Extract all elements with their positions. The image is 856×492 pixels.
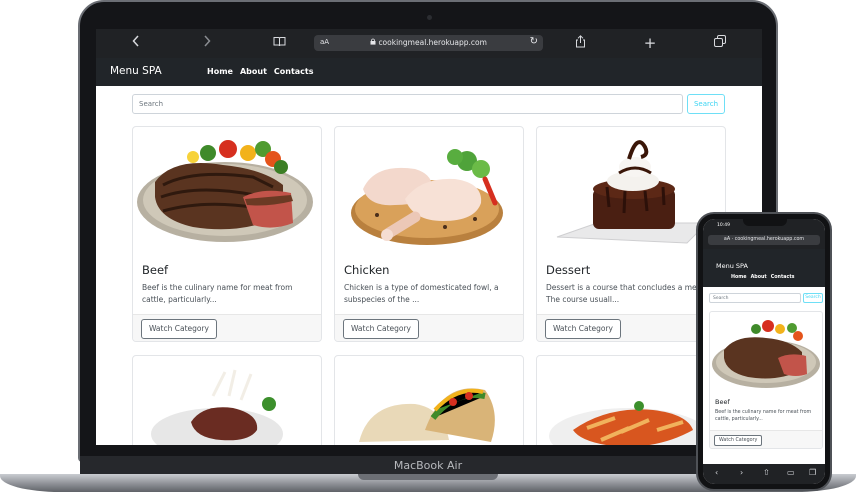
phone-notch — [743, 219, 787, 226]
search-button[interactable]: Search — [687, 94, 725, 114]
forward-icon[interactable]: › — [740, 468, 743, 477]
phone-card-title: Beef — [715, 398, 730, 406]
status-time: 10:49 — [717, 223, 730, 228]
phone-search-input[interactable]: Search — [709, 293, 801, 303]
search-input[interactable]: Search — [132, 94, 683, 114]
watch-category-button[interactable]: Watch Category — [343, 319, 419, 339]
phone-screen: 10:49 aA · cookingmeal.herokuapp.com Men… — [703, 219, 825, 484]
mockup-stage: aA cookingmeal.herokuapp.com ↻ + Menu SP… — [0, 0, 856, 492]
phone-url-label: cookingmeal.herokuapp.com — [734, 237, 805, 242]
phone-nav-links: Home About Contacts — [731, 275, 794, 280]
lamb-chops-image — [151, 369, 283, 445]
card-chicken: Chicken Chicken is a type of domesticate… — [334, 126, 524, 342]
browser-toolbar: aA cookingmeal.herokuapp.com ↻ + — [96, 29, 762, 58]
phone-navbar: Menu SPA Home About Contacts — [703, 249, 825, 287]
phone-nav-link-home[interactable]: Home — [731, 275, 747, 280]
nav-link-home[interactable]: Home — [207, 67, 233, 76]
lock-icon: · — [731, 237, 734, 242]
nav-link-about[interactable]: About — [240, 67, 267, 76]
nav-link-contacts[interactable]: Contacts — [274, 67, 314, 76]
phone-address-bar[interactable]: aA · cookingmeal.herokuapp.com — [708, 235, 820, 245]
back-icon[interactable]: ‹ — [715, 468, 718, 477]
card-footer: Watch Category — [335, 314, 523, 341]
card-text: Chicken is a type of domesticated fowl, … — [344, 283, 499, 304]
forward-icon[interactable] — [200, 35, 214, 52]
share-icon[interactable] — [573, 35, 587, 52]
phone-bottom-toolbar: ‹ › ⇧ ▭ ❐ — [703, 464, 825, 484]
card-title: Dessert — [546, 263, 591, 277]
navbar: Menu SPA Home About Contacts — [96, 58, 762, 86]
navbar-brand[interactable]: Menu SPA — [110, 65, 162, 77]
share-icon[interactable]: ⇧ — [763, 468, 770, 477]
phone-watch-category-button[interactable]: Watch Category — [714, 435, 763, 446]
card-title: Chicken — [344, 263, 390, 277]
chicken-legs-image — [351, 149, 503, 245]
phone-navbar-brand[interactable]: Menu SPA — [716, 262, 748, 270]
phone-reader-aa-label[interactable]: aA — [724, 237, 730, 242]
phone-nav-link-contacts[interactable]: Contacts — [771, 275, 795, 280]
phone-card-footer: Watch Category — [710, 430, 822, 448]
tacos-image — [359, 388, 495, 442]
address-bar[interactable]: aA cookingmeal.herokuapp.com ↻ — [314, 35, 543, 51]
camera-icon — [427, 15, 432, 20]
watch-category-button[interactable]: Watch Category — [141, 319, 217, 339]
url-label: cookingmeal.herokuapp.com — [378, 38, 487, 47]
card-footer: Watch Category — [133, 314, 321, 341]
url-text: cookingmeal.herokuapp.com — [314, 38, 543, 47]
tabs-icon[interactable]: ❐ — [809, 468, 816, 477]
card-beef: Beef Beef is the culinary name for meat … — [132, 126, 322, 342]
reload-icon[interactable]: ↻ — [530, 36, 538, 47]
laptop-notch — [358, 474, 498, 480]
tabs-icon[interactable] — [713, 35, 727, 52]
beef-steak-image — [137, 140, 313, 242]
new-tab-icon[interactable]: + — [643, 35, 657, 52]
card-text: Beef is the culinary name for meat from … — [142, 283, 293, 304]
book-icon[interactable]: ▭ — [787, 468, 795, 477]
nav-links: Home About Contacts — [207, 67, 314, 76]
card-lamb — [132, 355, 322, 445]
back-icon[interactable] — [129, 35, 143, 52]
phone-card-text: Beef is the culinary name for meat from … — [715, 410, 812, 422]
card-tacos — [334, 355, 524, 445]
card-title: Beef — [142, 263, 169, 277]
phone-frame: 10:49 aA · cookingmeal.herokuapp.com Men… — [696, 212, 832, 491]
phone-card-beef: Beef Beef is the culinary name for meat … — [709, 311, 823, 449]
phone-browser-bar: aA · cookingmeal.herokuapp.com — [703, 232, 825, 249]
phone-nav-link-about[interactable]: About — [751, 275, 767, 280]
book-icon[interactable] — [272, 35, 286, 52]
phone-search-button[interactable]: Search — [803, 293, 823, 303]
watch-category-button[interactable]: Watch Category — [545, 319, 621, 339]
beef-steak-image — [712, 320, 820, 388]
phone-status-bar: 10:49 — [703, 219, 825, 232]
laptop-screen: aA cookingmeal.herokuapp.com ↻ + Menu SP… — [96, 29, 762, 445]
